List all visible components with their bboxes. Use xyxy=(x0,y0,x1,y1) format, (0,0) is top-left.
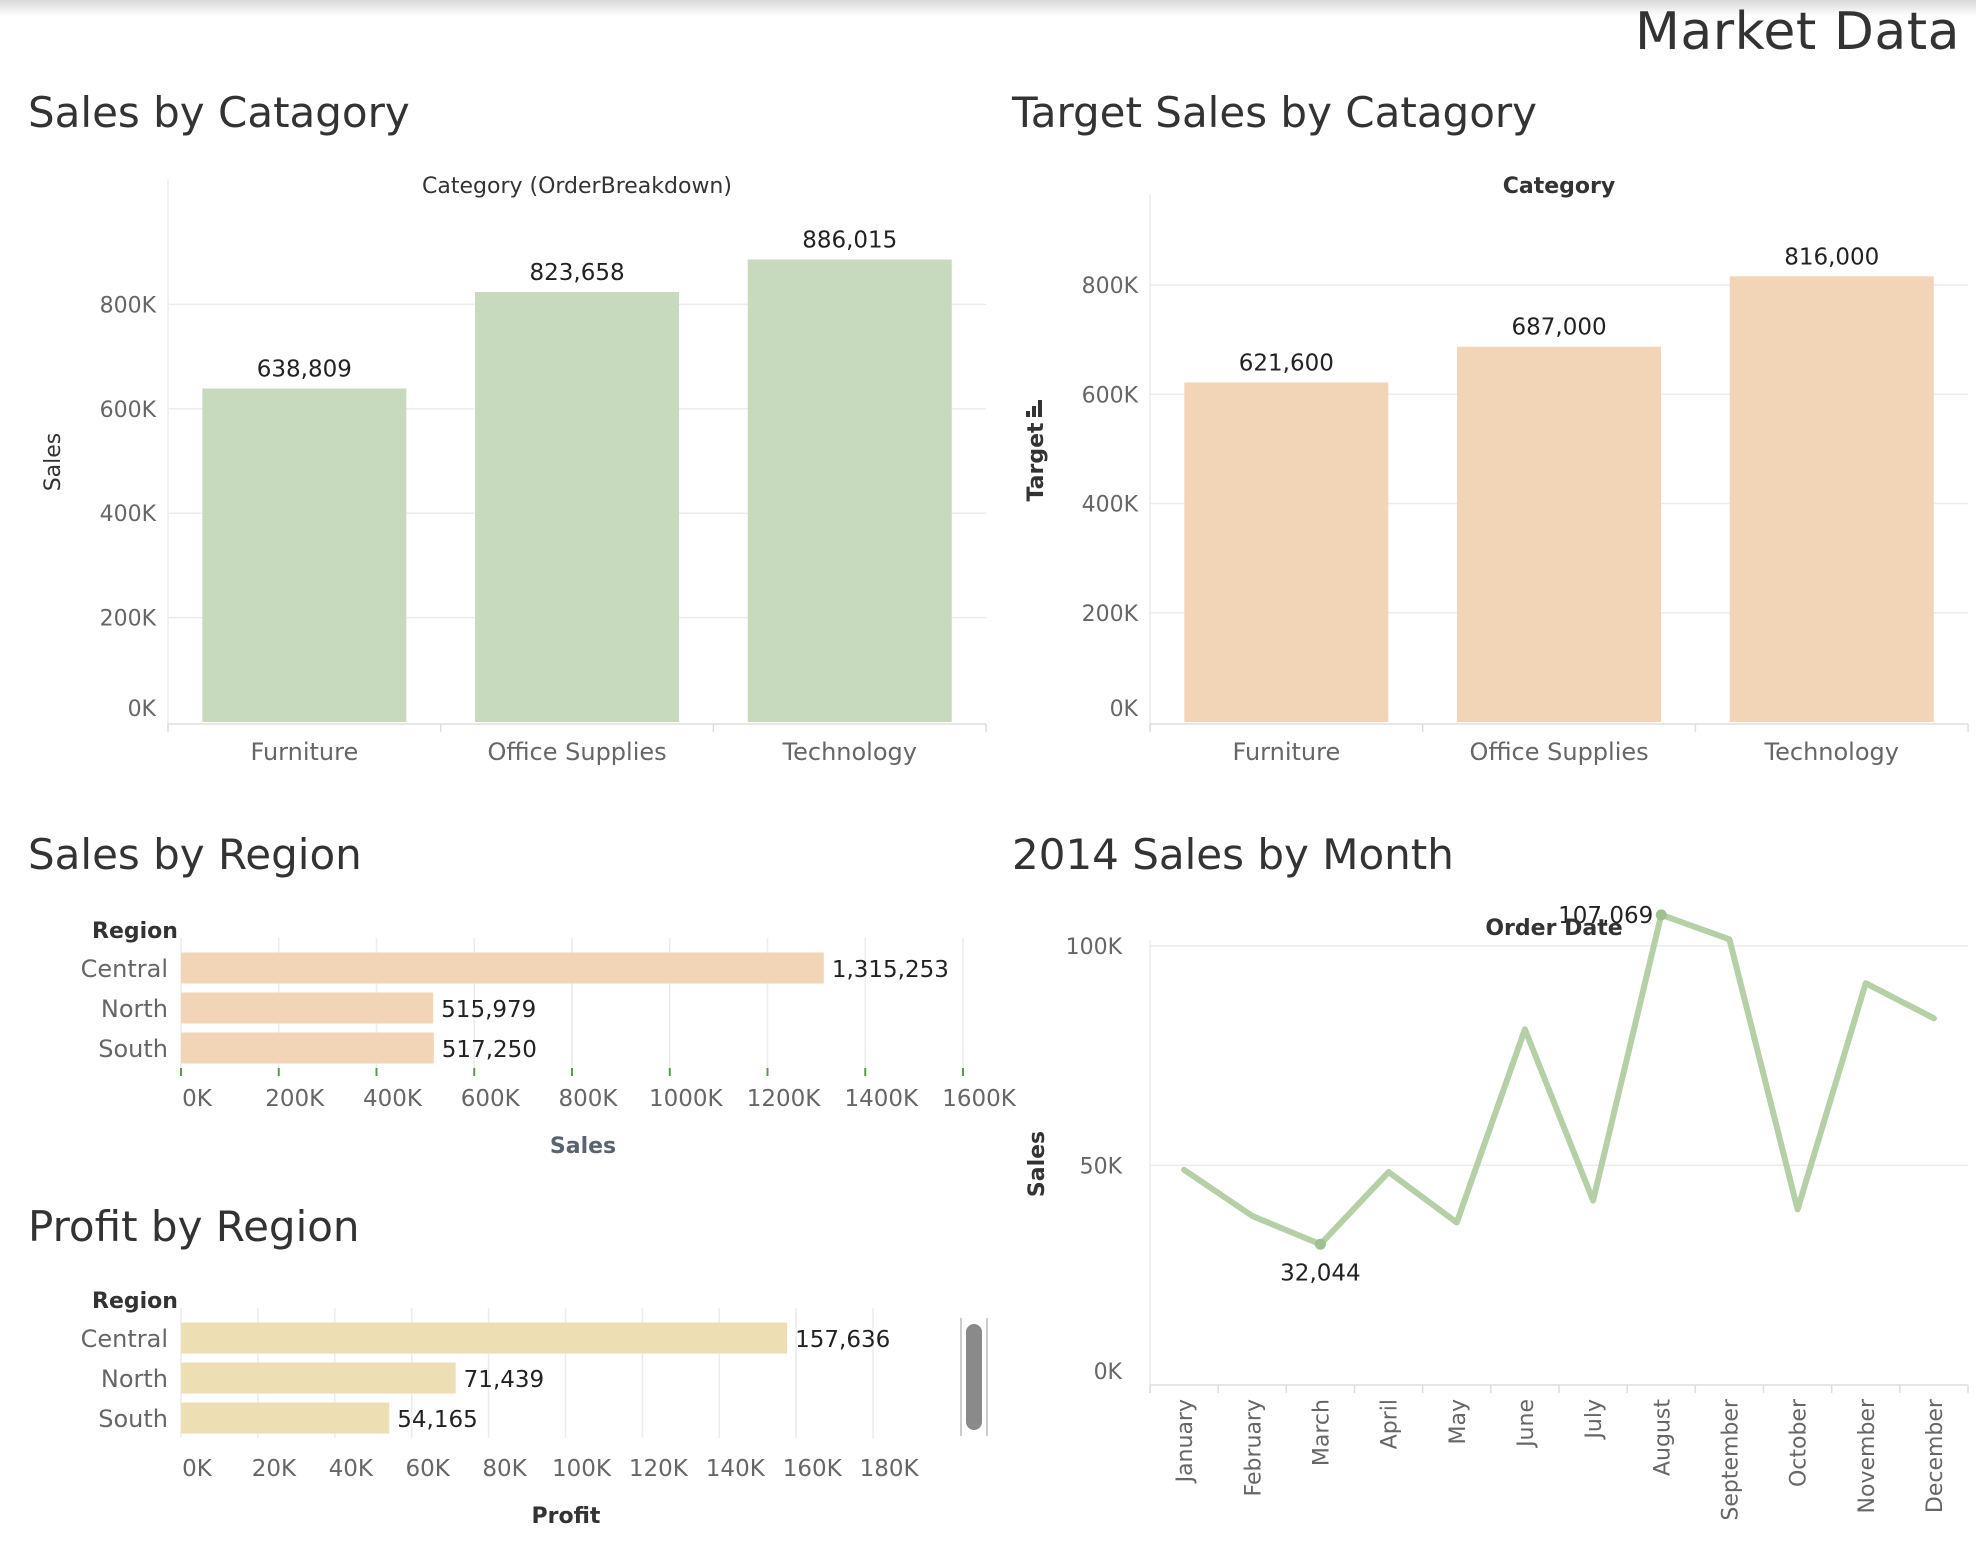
profit-region-xtick-label: 20K xyxy=(252,1456,297,1482)
target-category-bar xyxy=(1184,382,1389,722)
profit-region-xtick-label: 140K xyxy=(706,1456,766,1482)
sales-region-xtick-label: 1400K xyxy=(844,1086,919,1112)
target-category-data-label: 687,000 xyxy=(1511,315,1606,341)
sales-region-data-label: 515,979 xyxy=(441,997,536,1023)
sales-category-bar xyxy=(202,388,407,722)
sales-category-category-label: Technology xyxy=(782,738,917,766)
sales-category-category-label: Office Supplies xyxy=(487,738,666,766)
sales-category-data-label: 638,809 xyxy=(257,357,352,383)
monthly-sales-month-label: May xyxy=(1446,1399,1471,1444)
sales-region-x-label: Sales xyxy=(550,1134,616,1159)
profit-region-xtick-label: 160K xyxy=(783,1456,843,1482)
monthly-sales-month-label: April xyxy=(1378,1399,1403,1449)
sales-category-category-label: Furniture xyxy=(250,738,358,766)
target-category-category-label: Technology xyxy=(1764,738,1899,766)
monthly-sales-month-label: August xyxy=(1650,1399,1675,1476)
monthly-sales-month-label: February xyxy=(1241,1399,1266,1497)
sales-category-ytick-label: 200K xyxy=(100,607,157,632)
sales-region-xtick-label: 200K xyxy=(265,1086,325,1112)
sales-region-xtick-label: 1000K xyxy=(649,1086,724,1112)
monthly-sales-month-label: September xyxy=(1718,1398,1743,1521)
target-category-y-label: Target xyxy=(1024,422,1049,502)
monthly-sales-data-label: 32,044 xyxy=(1280,1260,1360,1286)
sales-region-xtick-label: 1600K xyxy=(942,1086,1017,1112)
target-category-ytick-label: 600K xyxy=(1082,383,1139,408)
target-category-ytick-label: 800K xyxy=(1082,274,1139,299)
target-category-ytick-label: 400K xyxy=(1082,493,1139,518)
monthly-sales-ytick-label: 50K xyxy=(1080,1154,1123,1179)
target-category-category-label: Furniture xyxy=(1232,738,1340,766)
sales-region-row-header: Region xyxy=(92,919,178,944)
target-category-ytick-label: 0K xyxy=(1110,697,1139,722)
profit-region-category-label: North xyxy=(101,1365,168,1393)
sales-region-data-label: 1,315,253 xyxy=(832,957,949,983)
monthly-sales-ytick-label: 0K xyxy=(1094,1360,1123,1385)
sales-region-category-label: North xyxy=(101,995,168,1023)
dashboard-charts: 0K 200K 400K 600K 800K 638,809 Furniture 823,65… xyxy=(41,174,1969,1529)
profit-region-xtick-label: 40K xyxy=(329,1456,374,1482)
monthly-sales-month-label: June xyxy=(1514,1399,1539,1449)
monthly-sales-month-label: December xyxy=(1923,1398,1948,1513)
monthly-sales-point xyxy=(1314,1238,1326,1250)
sales-region-category-label: South xyxy=(98,1035,168,1063)
sort-icon xyxy=(1038,400,1042,417)
profit-region-xtick-label: 80K xyxy=(482,1456,527,1482)
monthly-sales-x-header: Order Date xyxy=(1485,916,1622,941)
sales-region-bar xyxy=(181,1032,434,1064)
profit-region-bar xyxy=(181,1362,456,1394)
sales-category-data-label: 886,015 xyxy=(802,228,897,254)
sales-category-ytick-label: 400K xyxy=(100,502,157,527)
profit-region-x-label: Profit xyxy=(532,1504,601,1529)
monthly-sales-month-label: October xyxy=(1787,1398,1812,1487)
sales-region-xtick-label: 400K xyxy=(363,1086,423,1112)
profit-region-xtick-label: 0K xyxy=(182,1456,213,1482)
sales-region-category-label: Central xyxy=(81,955,168,983)
sales-region-xtick-label: 800K xyxy=(559,1086,619,1112)
sales-region-xtick-label: 600K xyxy=(461,1086,521,1112)
profit-region-row-header: Region xyxy=(92,1289,178,1314)
profit-region-category-label: South xyxy=(98,1405,168,1433)
monthly-sales-month-label: November xyxy=(1855,1398,1880,1513)
sales-category-ytick-label: 800K xyxy=(100,293,157,318)
sort-icon xyxy=(1032,406,1036,417)
target-category-bar xyxy=(1457,346,1662,722)
sales-region-xtick-label: 0K xyxy=(182,1086,213,1112)
profit-region-data-label: 157,636 xyxy=(795,1327,890,1353)
profit-scrollbar-thumb[interactable] xyxy=(966,1324,982,1430)
profit-region-xtick-label: 100K xyxy=(552,1456,612,1482)
monthly-sales-point xyxy=(1655,909,1667,921)
profit-region-bar xyxy=(181,1322,788,1354)
profit-region-xtick-label: 120K xyxy=(629,1456,689,1482)
profit-region-xtick-label: 180K xyxy=(860,1456,920,1482)
sales-category-bar xyxy=(475,292,680,722)
sales-region-xtick-label: 1200K xyxy=(747,1086,822,1112)
sales-category-ytick-label: 0K xyxy=(128,697,157,722)
sales-category-bar xyxy=(747,259,952,722)
target-category-ytick-label: 200K xyxy=(1082,602,1139,627)
monthly-sales-month-label: July xyxy=(1582,1399,1607,1441)
target-category-category-label: Office Supplies xyxy=(1469,738,1648,766)
target-category-data-label: 816,000 xyxy=(1784,244,1879,270)
sort-icon xyxy=(1026,411,1030,417)
profit-region-data-label: 71,439 xyxy=(464,1367,544,1393)
sales-category-data-label: 823,658 xyxy=(529,260,624,286)
sales-region-data-label: 517,250 xyxy=(442,1037,537,1063)
monthly-sales-line xyxy=(1181,911,1937,1248)
profit-region-data-label: 54,165 xyxy=(397,1407,477,1433)
monthly-sales-month-label: March xyxy=(1309,1399,1334,1466)
profit-region-category-label: Central xyxy=(81,1325,168,1353)
monthly-sales-month-label: January xyxy=(1173,1399,1198,1484)
target-category-x-header: Category xyxy=(1503,174,1615,199)
sales-category-ytick-label: 600K xyxy=(100,398,157,423)
profit-region-bar xyxy=(181,1402,390,1434)
sales-category-y-label: Sales xyxy=(41,433,66,492)
monthly-sales-ytick-label: 100K xyxy=(1066,935,1123,960)
profit-region-xtick-label: 60K xyxy=(406,1456,451,1482)
sales-category-x-header: Category (OrderBreakdown) xyxy=(422,174,732,199)
target-category-data-label: 621,600 xyxy=(1239,350,1334,376)
target-category-bar xyxy=(1729,276,1934,722)
sales-region-bar xyxy=(181,952,824,984)
monthly-sales-y-label: Sales xyxy=(1025,1131,1050,1197)
sales-region-bar xyxy=(181,992,434,1024)
